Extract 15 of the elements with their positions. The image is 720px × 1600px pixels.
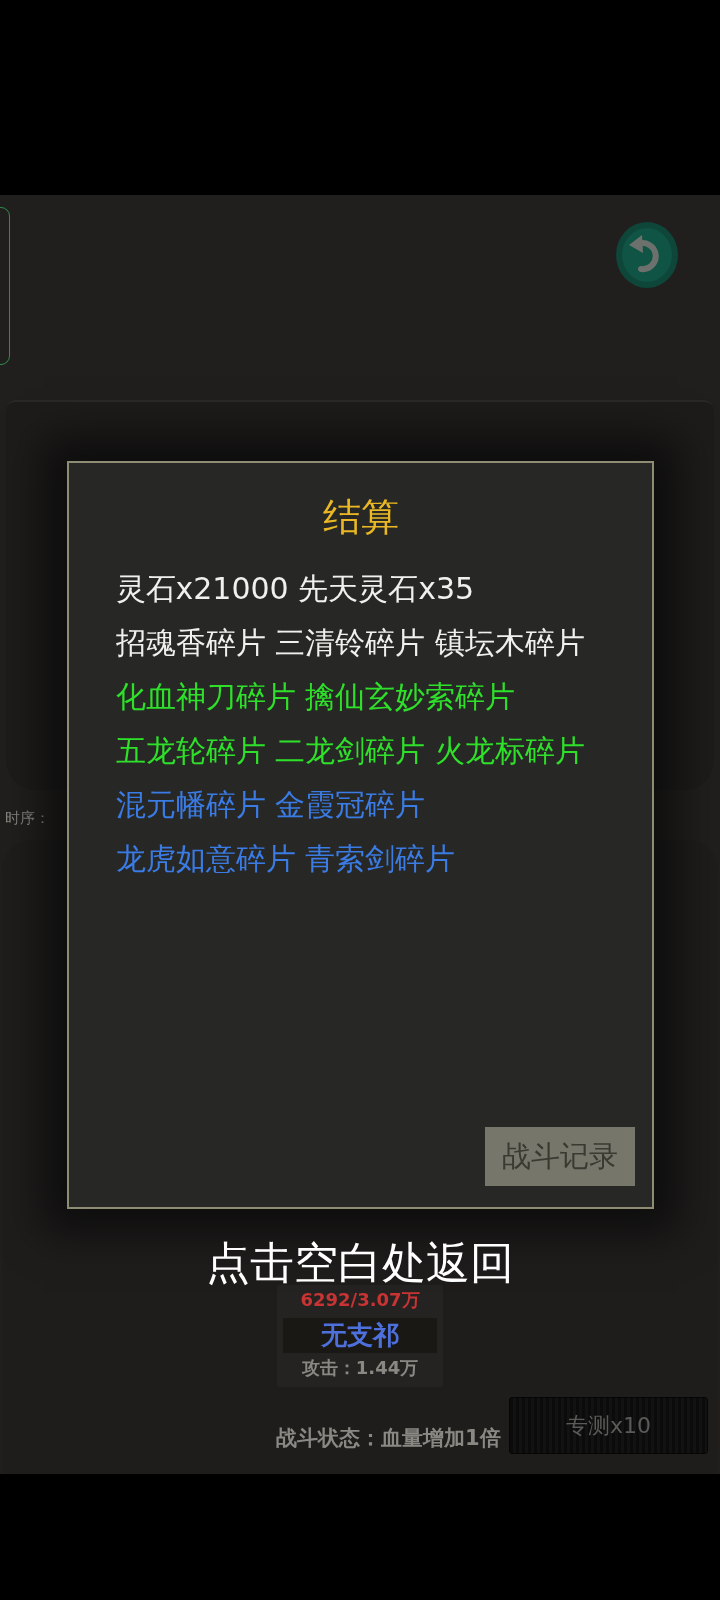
battle-record-button[interactable]: 战斗记录 xyxy=(484,1127,635,1186)
attack-text: 攻击：1.44万 xyxy=(301,1356,419,1380)
dialog-title: 结算 xyxy=(323,494,399,541)
reward-line: 化血神刀碎片 擒仙玄妙索碎片 xyxy=(115,678,516,716)
dismiss-hint[interactable]: 点击空白处返回 xyxy=(206,1241,514,1285)
reward-line: 灵石x21000 先天灵石x35 xyxy=(115,570,475,608)
enemy-name: 无支祁 xyxy=(283,1318,437,1353)
test-button[interactable]: 专测x10 xyxy=(509,1397,708,1454)
reward-line: 混元幡碎片 金霞冠碎片 xyxy=(115,786,426,824)
reward-line: 龙虎如意碎片 青索剑碎片 xyxy=(115,840,456,878)
reward-line: 招魂香碎片 三清铃碎片 镇坛木碎片 xyxy=(115,624,585,662)
hp-text: 6292/3.07万 xyxy=(300,1288,420,1312)
timeline-label: 时序： xyxy=(5,809,50,827)
battle-status-text: 战斗状态：血量增加1倍 xyxy=(276,1424,501,1452)
reward-line: 五龙轮碎片 二龙剑碎片 火龙标碎片 xyxy=(115,732,585,770)
